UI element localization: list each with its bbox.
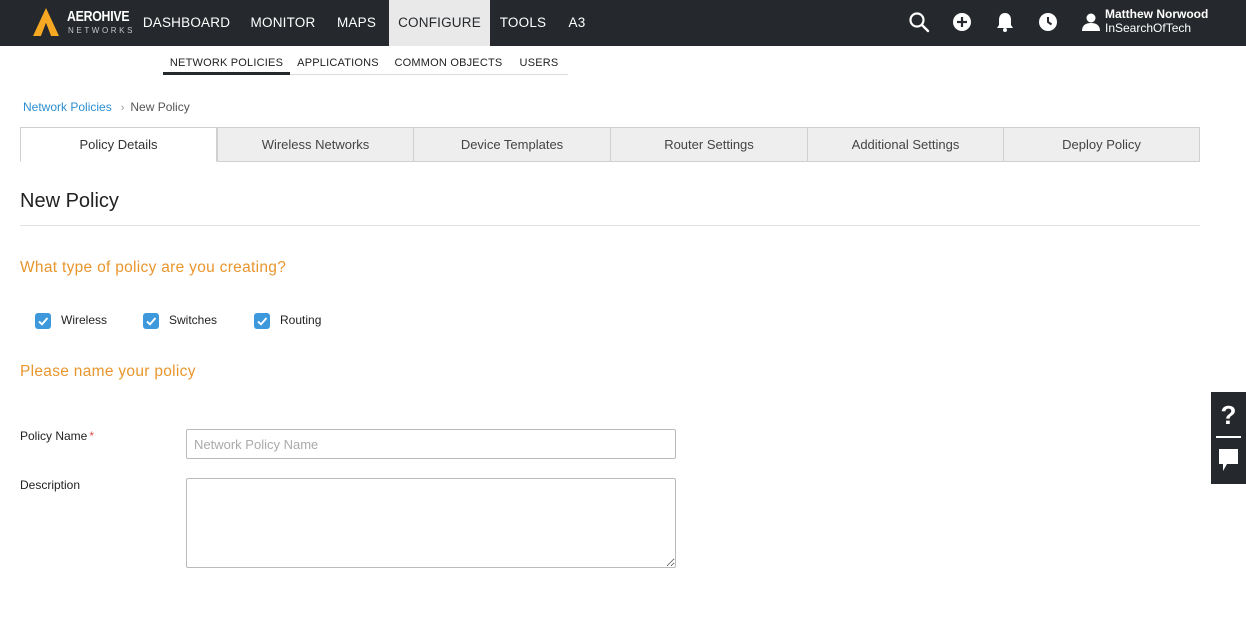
policy-name-label-text: Policy Name: [20, 429, 88, 443]
required-marker: *: [89, 429, 95, 443]
logo-text: AEROHIVE: [67, 8, 130, 25]
tab-router-settings[interactable]: Router Settings: [610, 127, 808, 162]
description-label: Description: [20, 478, 81, 492]
switches-checkbox[interactable]: Switches: [143, 313, 223, 329]
svg-text:?: ?: [1221, 400, 1237, 430]
widget-divider: [1216, 436, 1241, 438]
breadcrumb-current: New Policy: [130, 100, 190, 114]
policy-wizard-tabs: Policy Details Wireless Networks Device …: [20, 127, 1200, 162]
checkbox-checked-icon: [143, 313, 159, 329]
help-widget: ?: [1211, 392, 1246, 484]
tab-additional-settings[interactable]: Additional Settings: [807, 127, 1004, 162]
logo-subtext: NETWORKS: [68, 26, 136, 35]
subnav-applications[interactable]: APPLICATIONS: [294, 52, 382, 75]
user-menu[interactable]: Matthew Norwood InSearchOfTech: [1081, 6, 1241, 40]
description-textarea[interactable]: [186, 478, 676, 568]
nav-a3[interactable]: A3: [562, 0, 592, 46]
routing-checkbox[interactable]: Routing: [254, 313, 334, 329]
wireless-label: Wireless: [61, 313, 108, 327]
user-org: InSearchOfTech: [1105, 21, 1192, 35]
checkbox-checked-icon: [254, 313, 270, 329]
page-title: New Policy: [20, 190, 119, 212]
tab-device-templates[interactable]: Device Templates: [413, 127, 611, 162]
nav-tools[interactable]: TOOLS: [494, 0, 552, 46]
wireless-checkbox[interactable]: Wireless: [35, 313, 115, 329]
tab-wireless-networks[interactable]: Wireless Networks: [217, 127, 414, 162]
routing-label: Routing: [280, 313, 322, 327]
search-icon[interactable]: [908, 11, 930, 33]
user-name: Matthew Norwood: [1105, 7, 1209, 21]
subnav-common-objects[interactable]: COMMON OBJECTS: [391, 52, 506, 75]
chevron-right-icon: ›: [120, 102, 125, 114]
checkbox-checked-icon: [35, 313, 51, 329]
subnav-network-policies[interactable]: NETWORK POLICIES: [163, 52, 290, 75]
policy-type-heading: What type of policy are you creating?: [20, 259, 287, 276]
policy-name-label: Policy Name *: [20, 429, 94, 443]
logo-mark-icon: [33, 8, 59, 36]
question-icon[interactable]: ?: [1211, 396, 1246, 434]
nav-dashboard[interactable]: DASHBOARD: [136, 0, 237, 46]
nav-maps[interactable]: MAPS: [328, 0, 385, 46]
top-nav-bar: AEROHIVE NETWORKS DASHBOARD MONITOR MAPS…: [0, 0, 1246, 46]
breadcrumb: Network Policies › New Policy: [23, 100, 190, 114]
title-divider: [20, 225, 1200, 226]
configure-subnav: NETWORK POLICIES APPLICATIONS COMMON OBJ…: [163, 52, 568, 75]
subnav-users[interactable]: USERS: [515, 52, 563, 75]
policy-name-input[interactable]: [186, 429, 676, 459]
chat-icon[interactable]: [1211, 444, 1246, 480]
aerohive-logo[interactable]: AEROHIVE NETWORKS: [33, 6, 133, 40]
switches-label: Switches: [169, 313, 218, 327]
bell-icon[interactable]: [994, 11, 1016, 33]
nav-configure[interactable]: CONFIGURE: [389, 0, 490, 46]
nav-monitor[interactable]: MONITOR: [242, 0, 324, 46]
user-icon: [1082, 13, 1100, 31]
add-icon[interactable]: [951, 11, 973, 33]
tab-policy-details[interactable]: Policy Details: [20, 127, 217, 162]
clock-icon[interactable]: [1037, 11, 1059, 33]
breadcrumb-network-policies[interactable]: Network Policies: [23, 100, 112, 114]
tab-deploy-policy[interactable]: Deploy Policy: [1003, 127, 1200, 162]
policy-name-heading: Please name your policy: [20, 363, 196, 380]
